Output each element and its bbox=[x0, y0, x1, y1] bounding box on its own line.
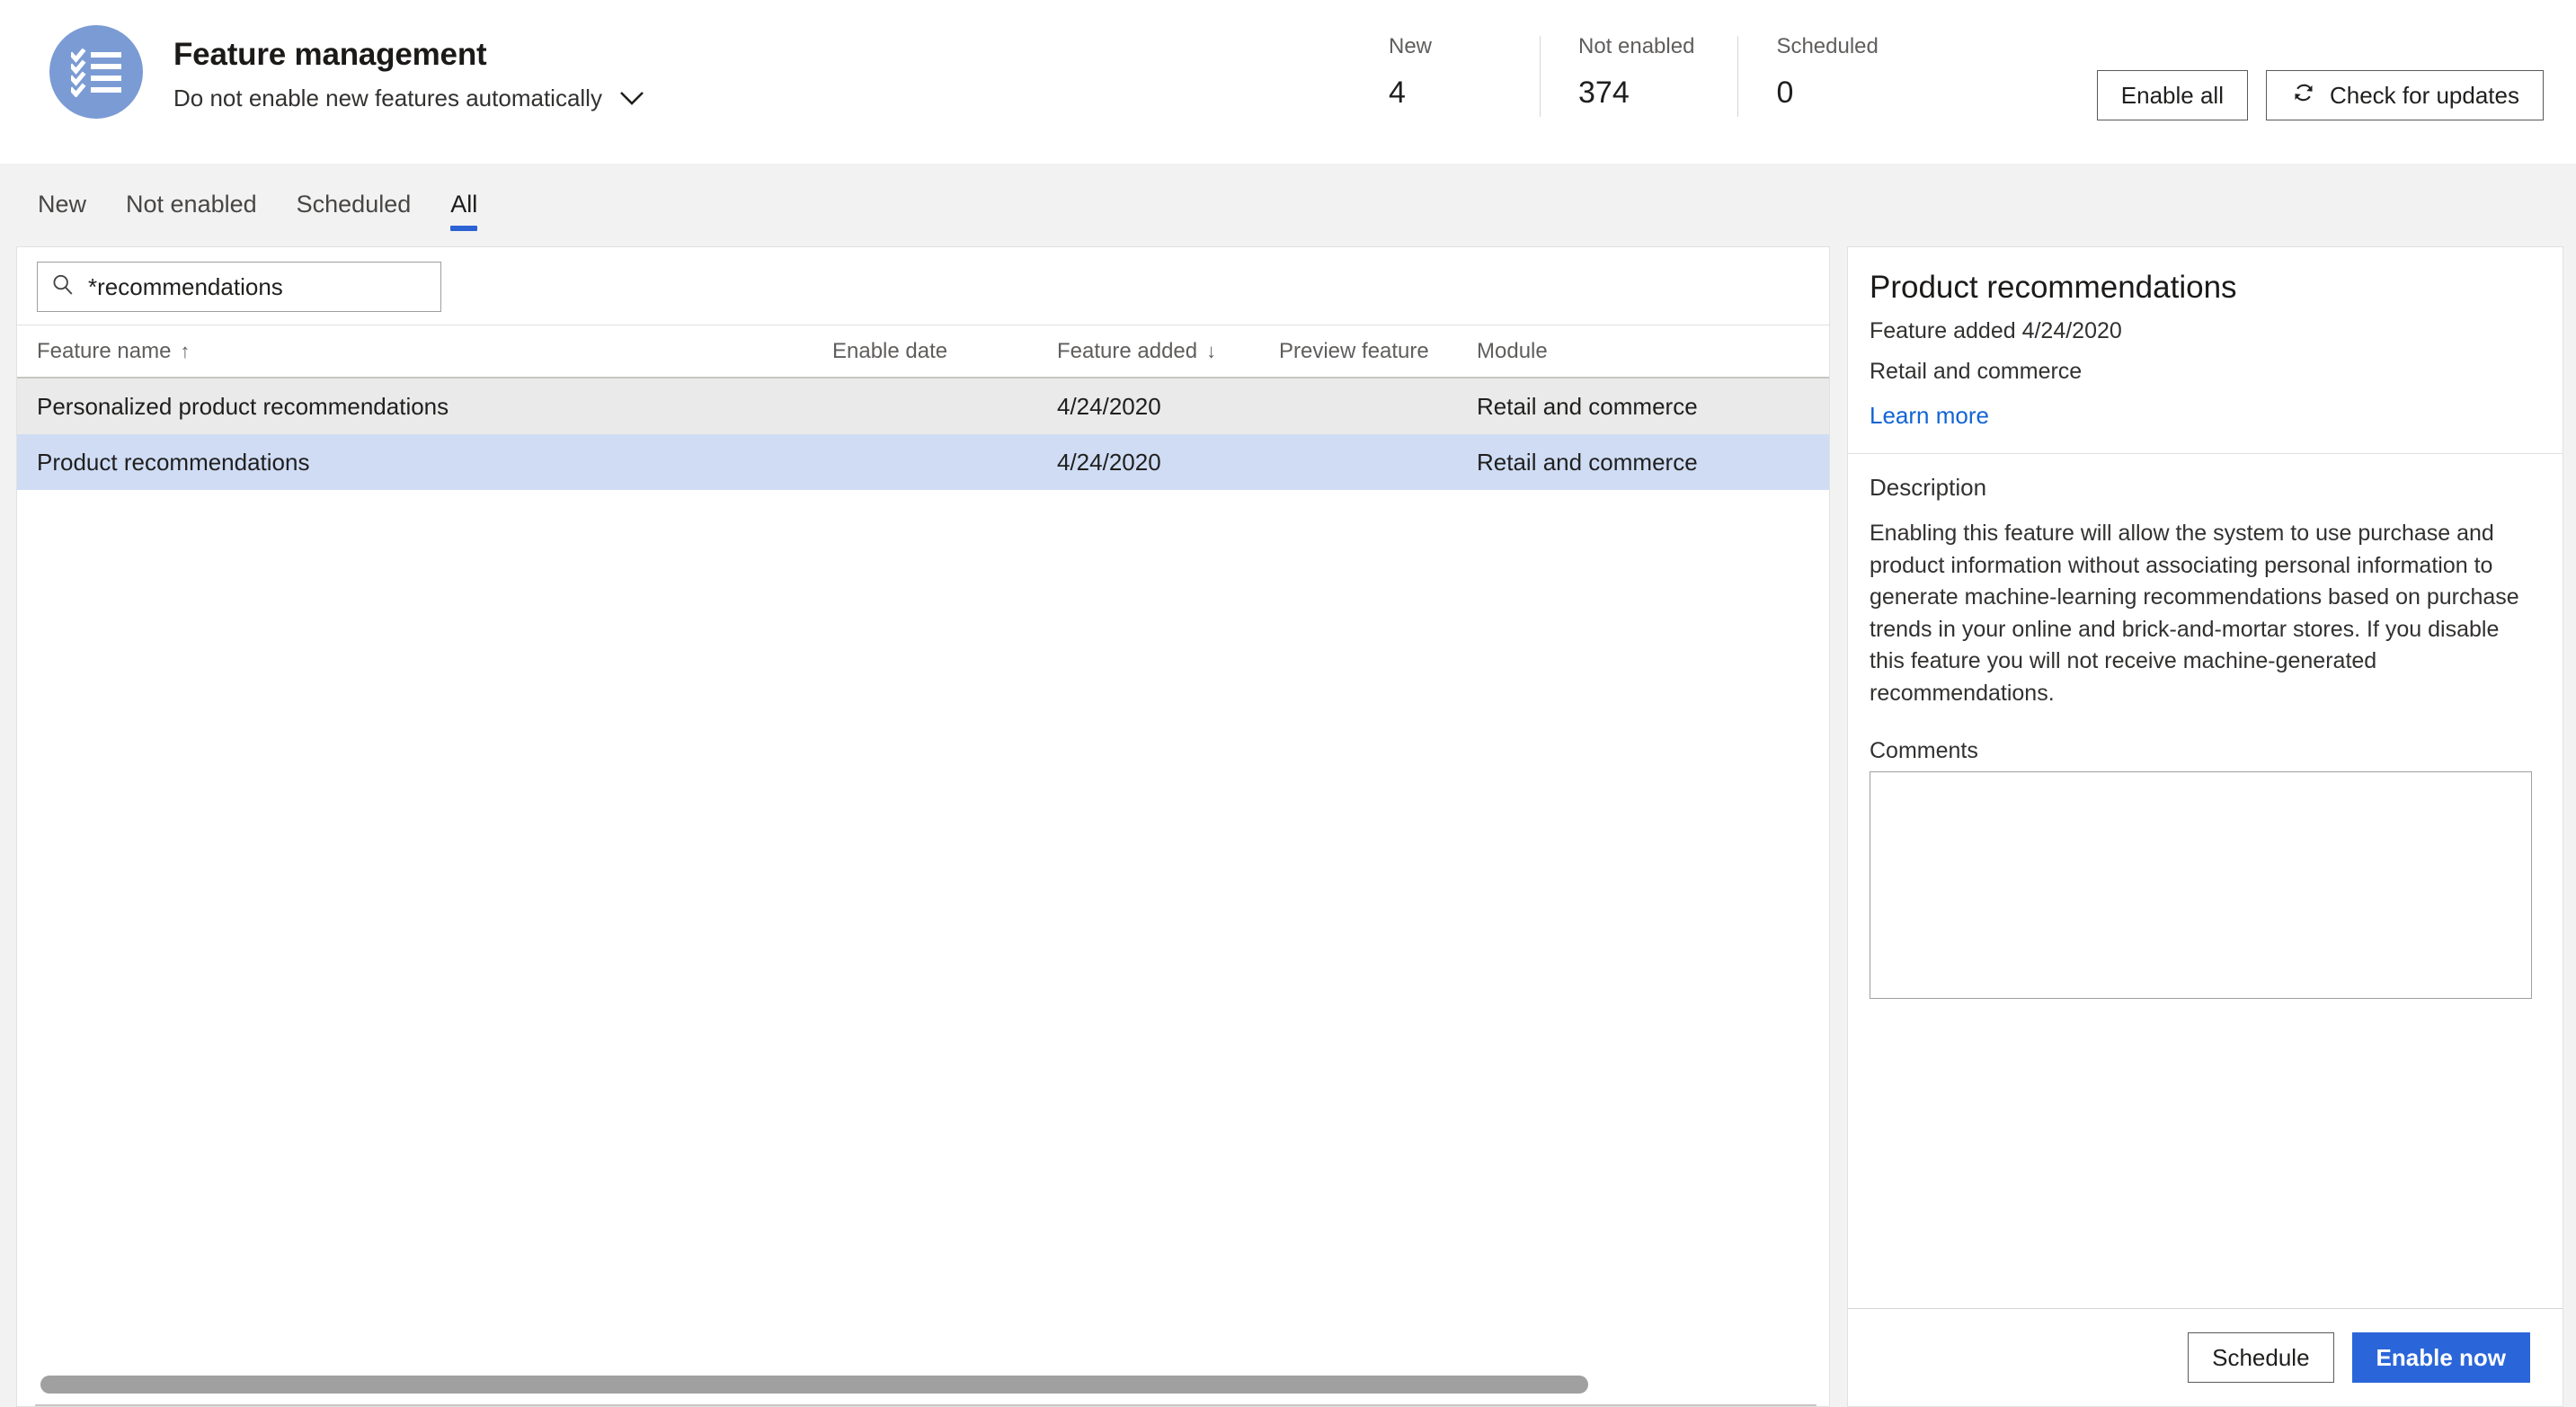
column-header-feature-added-label: Feature added bbox=[1057, 338, 1198, 363]
stat-new-value: 4 bbox=[1389, 76, 1406, 110]
auto-enable-setting-label: Do not enable new features automatically bbox=[173, 84, 602, 111]
stat-scheduled-label: Scheduled bbox=[1776, 34, 1879, 58]
stat-not-enabled-label: Not enabled bbox=[1578, 34, 1695, 58]
sort-ascending-icon: ↑ bbox=[180, 339, 191, 362]
check-for-updates-button-label: Check for updates bbox=[2329, 81, 2519, 109]
auto-enable-setting[interactable]: Do not enable new features automatically bbox=[173, 85, 645, 112]
app-header: Feature management Do not enable new fea… bbox=[0, 0, 2576, 164]
chevron-down-icon[interactable] bbox=[618, 90, 645, 106]
stat-scheduled-value: 0 bbox=[1776, 76, 1794, 110]
enable-all-button[interactable]: Enable all bbox=[2096, 70, 2248, 120]
column-header-preview-feature-label: Preview feature bbox=[1279, 338, 1429, 363]
detail-header: Product recommendations Feature added 4/… bbox=[1848, 247, 2563, 454]
grid-body: Personalized product recommendations 4/2… bbox=[17, 378, 1829, 1365]
cell-module: Retail and commerce bbox=[1477, 392, 1698, 420]
cell-feature-added: 4/24/2020 bbox=[1057, 392, 1161, 420]
table-row[interactable]: Product recommendations 4/24/2020 Retail… bbox=[17, 434, 1829, 490]
column-header-feature-name[interactable]: Feature name ↑ bbox=[37, 339, 832, 364]
tab-scheduled-label: Scheduled bbox=[296, 191, 412, 218]
enable-all-button-label: Enable all bbox=[2120, 81, 2224, 109]
description-label: Description bbox=[1870, 474, 1987, 501]
search-icon bbox=[50, 272, 76, 302]
detail-footer: Schedule Enable now bbox=[1848, 1308, 2563, 1406]
enable-now-button[interactable]: Enable now bbox=[2351, 1332, 2530, 1383]
enable-now-button-label: Enable now bbox=[2376, 1343, 2506, 1371]
tab-scheduled[interactable]: Scheduled bbox=[277, 164, 431, 217]
grid-header-row: Feature name ↑ Enable date Feature added… bbox=[17, 325, 1829, 378]
column-header-enable-date[interactable]: Enable date bbox=[832, 339, 1057, 364]
main-content: *recommendations Feature name ↑ Enable d… bbox=[0, 246, 2576, 1407]
feature-grid: Feature name ↑ Enable date Feature added… bbox=[17, 325, 1829, 1406]
sort-descending-icon: ↓ bbox=[1206, 339, 1217, 362]
detail-feature-added: Feature added 4/24/2020 bbox=[1870, 317, 2122, 343]
cell-feature-name: Personalized product recommendations bbox=[37, 392, 449, 420]
checklist-icon bbox=[49, 25, 143, 119]
tab-not-enabled-label: Not enabled bbox=[126, 191, 257, 218]
tab-not-enabled[interactable]: Not enabled bbox=[106, 164, 277, 217]
header-identity: Feature management Do not enable new fea… bbox=[0, 0, 645, 119]
tab-new[interactable]: New bbox=[18, 164, 106, 217]
column-header-preview-feature[interactable]: Preview feature bbox=[1279, 339, 1477, 364]
title-block: Feature management Do not enable new fea… bbox=[173, 25, 645, 112]
search-row: *recommendations bbox=[17, 247, 1829, 312]
feature-detail-panel: Product recommendations Feature added 4/… bbox=[1847, 246, 2563, 1407]
tab-new-label: New bbox=[38, 191, 87, 218]
description-text: Enabling this feature will allow the sys… bbox=[1870, 521, 2519, 706]
search-input[interactable]: *recommendations bbox=[37, 262, 441, 312]
stat-not-enabled-value: 374 bbox=[1578, 76, 1630, 110]
tab-bar: New Not enabled Scheduled All bbox=[0, 164, 2576, 246]
check-for-updates-button[interactable]: Check for updates bbox=[2265, 70, 2544, 120]
schedule-button[interactable]: Schedule bbox=[2188, 1332, 2334, 1383]
refresh-icon bbox=[2290, 79, 2317, 112]
table-row[interactable]: Personalized product recommendations 4/2… bbox=[17, 378, 1829, 434]
stat-scheduled: Scheduled 0 bbox=[1737, 36, 1927, 117]
column-header-module-label: Module bbox=[1477, 338, 1548, 363]
stat-new-label: New bbox=[1389, 34, 1433, 58]
feature-list-panel: *recommendations Feature name ↑ Enable d… bbox=[16, 246, 1830, 1407]
cell-feature-added: 4/24/2020 bbox=[1057, 448, 1161, 476]
column-header-feature-added[interactable]: Feature added ↓ bbox=[1057, 339, 1279, 364]
detail-body: Description Enabling this feature will a… bbox=[1848, 454, 2563, 1308]
learn-more-link[interactable]: Learn more bbox=[1870, 402, 1989, 430]
column-header-module[interactable]: Module bbox=[1477, 339, 1746, 364]
grid-horizontal-scrollbar[interactable] bbox=[17, 1365, 1829, 1404]
tab-all[interactable]: All bbox=[431, 164, 497, 231]
page-title: Feature management bbox=[173, 37, 487, 72]
column-header-feature-name-label: Feature name bbox=[37, 338, 172, 363]
detail-title: Product recommendations bbox=[1870, 270, 2237, 305]
comments-label: Comments bbox=[1870, 738, 1978, 763]
cell-feature-name: Product recommendations bbox=[37, 448, 310, 476]
column-header-enable-date-label: Enable date bbox=[832, 338, 948, 363]
search-input-value: *recommendations bbox=[88, 272, 283, 300]
stat-not-enabled: Not enabled 374 bbox=[1540, 36, 1737, 117]
stat-new: New 4 bbox=[1389, 36, 1540, 117]
header-stats: New 4 Not enabled 374 Scheduled 0 bbox=[1389, 36, 1927, 117]
cell-module: Retail and commerce bbox=[1477, 448, 1698, 476]
scrollbar-thumb[interactable] bbox=[40, 1376, 1588, 1394]
grid-bottom-divider bbox=[35, 1404, 1817, 1406]
tab-all-label: All bbox=[450, 191, 478, 218]
comments-input[interactable] bbox=[1870, 771, 2532, 999]
schedule-button-label: Schedule bbox=[2212, 1343, 2310, 1371]
header-actions: Enable all Check for updates bbox=[2096, 70, 2544, 120]
scrollbar-track[interactable] bbox=[40, 1376, 1809, 1394]
detail-module: Retail and commerce bbox=[1870, 359, 2083, 385]
